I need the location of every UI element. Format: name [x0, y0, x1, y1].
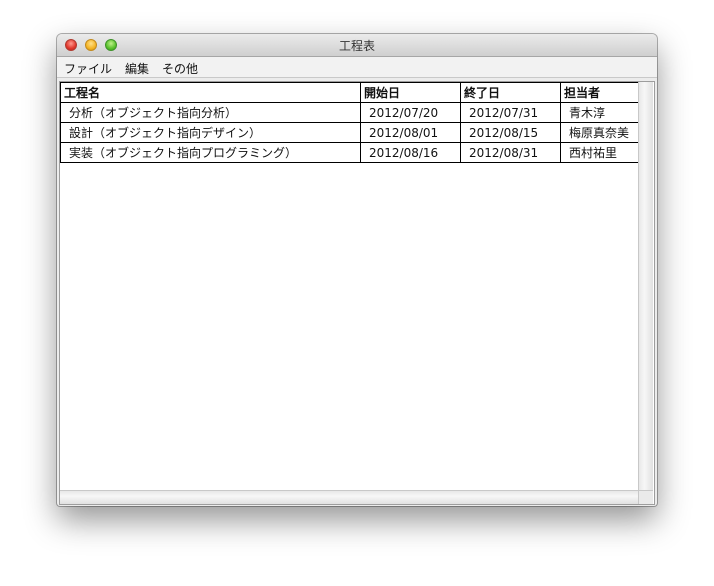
menu-edit[interactable]: 編集: [125, 60, 149, 77]
cell-end[interactable]: 2012/08/31: [460, 142, 561, 163]
title-bar[interactable]: 工程表: [57, 34, 657, 57]
vertical-scrollbar[interactable]: [638, 82, 653, 491]
cell-start[interactable]: 2012/07/20: [360, 102, 461, 123]
horizontal-scrollbar[interactable]: [60, 490, 640, 504]
table-header-row: 工程名 開始日 終了日 担当者: [60, 82, 640, 103]
cell-owner[interactable]: 青木淳: [560, 102, 640, 123]
column-header-start[interactable]: 開始日: [360, 82, 461, 103]
cell-task[interactable]: 分析（オブジェクト指向分析）: [60, 102, 361, 123]
app-window: 工程表 ファイル 編集 その他 工程名 開始日 終了日 担当者 分析（オブジェク…: [57, 34, 657, 506]
column-header-task[interactable]: 工程名: [60, 82, 361, 103]
cell-owner[interactable]: 西村祐里: [560, 142, 640, 163]
column-header-end[interactable]: 終了日: [460, 82, 561, 103]
cell-owner[interactable]: 梅原真奈美: [560, 122, 640, 143]
menu-bar: ファイル 編集 その他: [57, 57, 657, 78]
scroll-corner: [638, 490, 653, 504]
window-title: 工程表: [338, 39, 375, 53]
cell-start[interactable]: 2012/08/01: [360, 122, 461, 143]
cell-task[interactable]: 設計（オブジェクト指向デザイン）: [60, 122, 361, 143]
table-row[interactable]: 実装（オブジェクト指向プログラミング） 2012/08/16 2012/08/3…: [60, 142, 640, 163]
schedule-table: 工程名 開始日 終了日 担当者 分析（オブジェクト指向分析） 2012/07/2…: [60, 82, 640, 163]
table-row[interactable]: 分析（オブジェクト指向分析） 2012/07/20 2012/07/31 青木淳: [60, 102, 640, 123]
cell-start[interactable]: 2012/08/16: [360, 142, 461, 163]
table-row[interactable]: 設計（オブジェクト指向デザイン） 2012/08/01 2012/08/15 梅…: [60, 122, 640, 143]
cell-end[interactable]: 2012/08/15: [460, 122, 561, 143]
column-header-owner[interactable]: 担当者: [560, 82, 640, 103]
schedule-table-view[interactable]: 工程名 開始日 終了日 担当者 分析（オブジェクト指向分析） 2012/07/2…: [59, 81, 655, 505]
cell-task[interactable]: 実装（オブジェクト指向プログラミング）: [60, 142, 361, 163]
cell-end[interactable]: 2012/07/31: [460, 102, 561, 123]
menu-other[interactable]: その他: [162, 60, 198, 77]
menu-file[interactable]: ファイル: [64, 60, 112, 77]
